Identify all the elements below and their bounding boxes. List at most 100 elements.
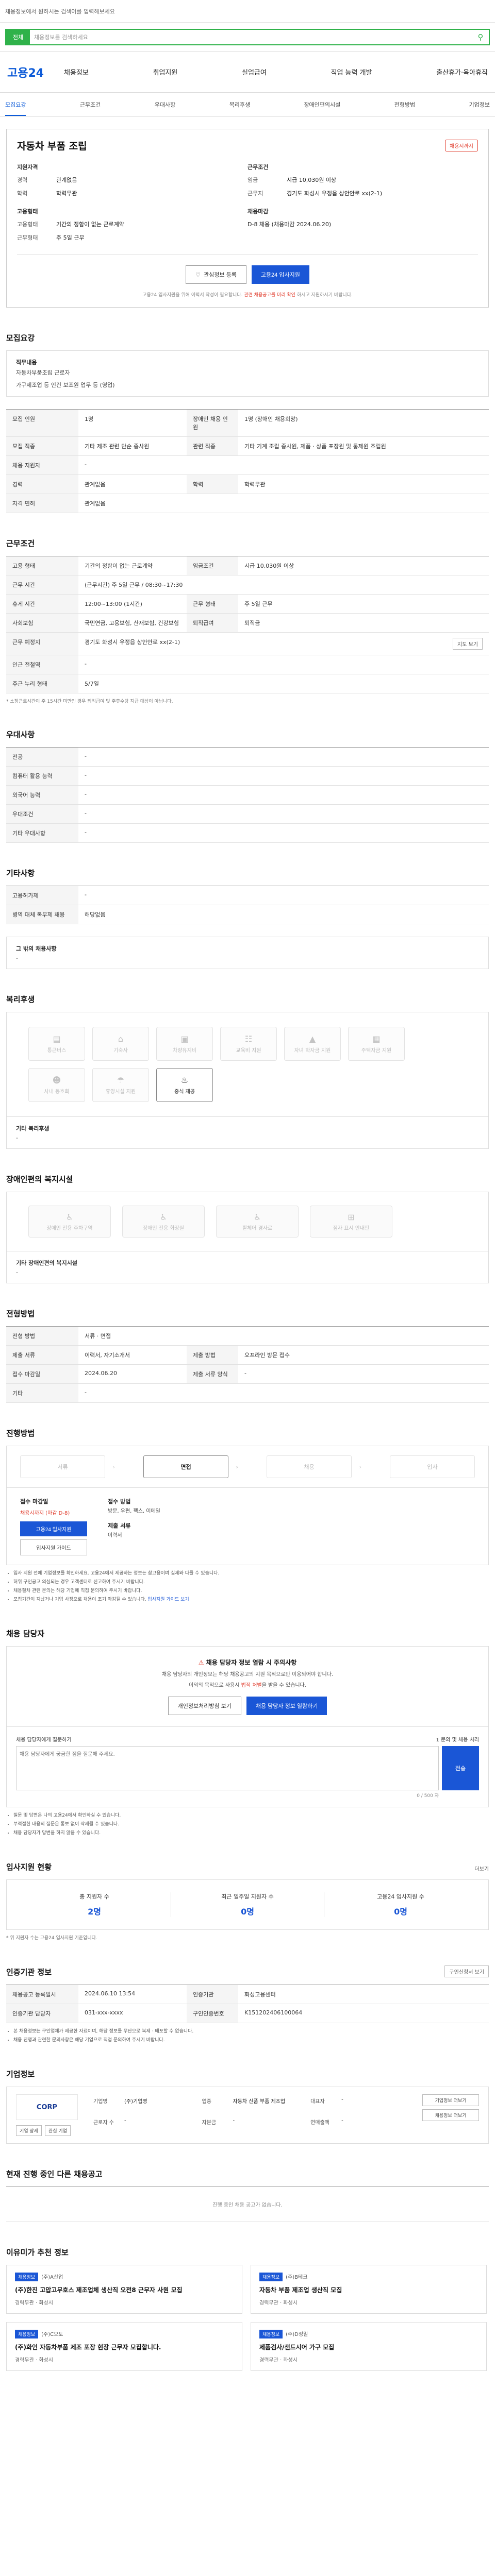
label: 임금 [248,177,258,183]
row-value: 해당없음 [78,905,489,924]
stats-more-link[interactable]: 더보기 [474,1865,489,1872]
list-item: 채용절차 관련 문의는 해당 기업에 직접 문의하여 주시기 바랍니다. [13,1588,489,1595]
application-form-button[interactable]: 구인신청서 보기 [444,1965,489,1978]
search-category[interactable]: 전체 [6,29,30,44]
apply-guide-button[interactable]: 입사지원 가이드 [20,1539,87,1555]
tab-welfare[interactable]: 복리후생 [229,100,250,109]
stat-value: 2명 [88,1907,101,1917]
reco-card[interactable]: 채용정보 (주)D정밀 제품검사/샌드시어 가구 모집 경력무관 · 화성시 [251,2322,487,2371]
table-row: 경력 관계없음 학력 학력무관 [6,474,489,494]
row-label: 고용 형태 [6,556,78,575]
company-jobs-button[interactable]: 채용정보 더보기 [422,2109,479,2122]
company-info: 기업명 (주)기업명 업종 자동차 신품 부품 제조업 대표자 - 근로자 수 - 자본… [93,2094,422,2136]
value: (주)기업명 [124,2099,147,2105]
welfare-label: 통근버스 [47,1048,67,1054]
reco-card[interactable]: 채용정보 (주)C오토 (주)화인 자동차부품 제조 포장 현장 근무자 모집합니다… [6,2322,242,2371]
disability-etc: 기타 장애인편의 복지시설 - [7,1251,488,1283]
preference-table: 전공 - 컴퓨터 활용 능력 - 외국어 능력 - 우대조건 - 기타 우대사항 - [6,747,489,843]
step-label: 입사 [427,1464,438,1470]
deadline-value: D-8 채용 (채용마감 2024.06.20) [248,221,332,228]
table-row: 우대조건 - [6,804,489,824]
gnb-item[interactable]: 채용정보 [64,67,89,77]
row-value: 국민연금, 고용보험, 산재보험, 건강보험 [78,613,187,633]
warning-icon: ⚠ [198,1659,204,1667]
tab-company[interactable]: 기업정보 [469,100,490,109]
row-label: 인근 전철역 [6,655,78,674]
apply-button[interactable]: 고용24 입사지원 [251,265,309,284]
process-section: 진행방법 서류 › 면접 › 채용 › 입사 접수 마감일 채용시까지 (마감 D-8… [0,1428,495,1603]
list-item: 허위 구인공고 의심되는 경우 고객센터로 신고하여 주시기 바랍니다. [13,1579,489,1586]
ramp-icon: ♿ [253,1212,261,1222]
stat-label: 최근 일주일 지원자 수 [221,1893,274,1901]
company-interest-button[interactable]: 관심 기업 [44,2125,71,2137]
gnb-item[interactable]: 취업지원 [153,67,178,77]
guide-link[interactable]: 입사지원 가이드 보기 [147,1597,189,1602]
arrow-right-icon: › [359,1463,361,1470]
map-button[interactable]: 지도 보기 [453,638,483,650]
interest-button[interactable]: ♡ 관심정보 등록 [186,265,246,284]
tab-recruit[interactable]: 모집요강 [5,100,26,116]
etc-other-label: 그 밖의 채용사항 [16,945,57,952]
etc-section: 기타사항 고용허가제 - 병역 대체 복무제 채용 해당없음 그 밖의 채용사항 - [0,868,495,969]
step-label: 채용 [304,1464,315,1470]
qual-heading: 지원자격 [17,164,38,171]
question-input[interactable] [16,1746,439,1791]
tab-conditions[interactable]: 근무조건 [80,100,101,109]
row-value: 경기도 화성시 우정읍 상안안로 xx(2-1) 지도 보기 [78,632,489,655]
tab-disability[interactable]: 장애인편의시설 [304,100,340,109]
umbrella-icon: ☂ [117,1075,125,1085]
alert-text2-head: 이외의 목적으로 사용시 [189,1683,240,1689]
search-icon[interactable]: ⚲ [472,30,489,44]
label: 근로자 수 [93,2120,114,2126]
welfare-etc: 기타 복리후생 - [7,1116,488,1148]
restroom-icon: ♿ [159,1212,168,1222]
apply-button-secondary[interactable]: 고용24 입사지원 [20,1521,87,1536]
tab-method[interactable]: 전형방법 [394,100,415,109]
search-box[interactable]: 전체 채용정보를 검색하세요 ⚲ [5,28,490,45]
section-title: 입사지원 현황 [6,1862,52,1872]
notice-link[interactable]: 관련 채용공고를 미리 확인 [244,293,295,298]
car-icon: ▣ [180,1034,189,1044]
recruit-section: 모집요강 직무내용 자동차부품조립 근로자 가구제조업 등 인건 보조원 업무 … [0,332,495,513]
gnb-item[interactable]: 직업 능력 개발 [331,67,372,77]
privacy-policy-button[interactable]: 개인정보처리방침 보기 [168,1697,241,1716]
reco-card[interactable]: 채용정보 (주)B테크 자동차 부품 제조업 생산직 모집 경력무관 · 화성시 [251,2265,487,2314]
table-row: 고용허가제 - [6,886,489,905]
welfare-item: ▤ 통근버스 [28,1027,85,1061]
company-detail-button[interactable]: 기업 상세 [16,2125,42,2137]
list-item: 채용 진행과 관련한 문의사항은 해당 기업으로 직접 문의하여 주시기 바랍니… [13,2037,489,2044]
section-title: 전형방법 [6,1309,35,1318]
row-value: 1명 (장애인 채용희망) [238,409,489,437]
site-logo[interactable]: 고용24 [7,64,64,80]
apply-deadline-value: 채용시까지 (마감 D-8) [20,1511,70,1516]
reco-meta: 경력무관 · 화성시 [15,2300,53,2307]
view-contact-button[interactable]: 채용 담당자 정보 열람하기 [246,1697,327,1716]
reco-badge: 채용정보 [259,2273,283,2282]
similar-section: 현재 진행 중인 다른 채용공고 진행 중인 채용 공고가 없습니다. [0,2168,495,2223]
list-item: 부적절한 내용의 질문은 통보 없이 삭제될 수 있습니다. [13,1821,489,1828]
alert-title: 채용 담당자 정보 열람 시 주의사항 [206,1659,297,1667]
process-steps: 서류 › 면접 › 채용 › 입사 [6,1446,489,1488]
welfare-grid: ▤ 통근버스 ⌂ 기숙사 ▣ 차량유지비 ☷ 교육비 지원 ▲ 자녀 학자금 지원 ▦ 주택… [7,1012,488,1116]
table-row: 병역 대체 복무제 채용 해당없음 [6,905,489,924]
row-value: - [78,785,489,805]
gnb-item[interactable]: 실업급여 [242,67,267,77]
process-step: 채용 › [267,1455,361,1478]
company-more-button[interactable]: 기업정보 더보기 [422,2094,479,2107]
row-value: - [78,823,489,843]
gnb-item[interactable]: 출산휴가·육아휴직 [436,67,488,77]
reco-card[interactable]: 채용정보 (주)A산업 (주)한진 고압고무호스 제조업체 생산직 오전8 근무자 … [6,2265,242,2314]
etc-other-box: 그 밖의 채용사항 - [6,937,489,969]
row-label: 임금조건 [187,556,238,575]
duty-detail: 가구제조업 등 인건 보조원 업무 등 (영업) [16,382,115,388]
search-input[interactable]: 채용정보를 검색하세요 [30,33,472,41]
section-tabs: 모집요강 근무조건 우대사항 복리후생 장애인편의시설 전형방법 기업정보 [0,93,495,116]
empty-message: 진행 중인 채용 공고가 없습니다. [6,2187,489,2223]
welfare-section: 복리후생 ▤ 통근버스 ⌂ 기숙사 ▣ 차량유지비 ☷ 교육비 지원 ▲ 자녀 학자금 지… [0,994,495,1149]
tab-preference[interactable]: 우대사항 [155,100,175,109]
row-value: - [78,766,489,786]
row-label: 근무 예정지 [6,632,78,655]
contact-bullets: 질문 및 답변은 나의 고용24에서 확인하실 수 있습니다. 부적절한 내용의… [6,1807,489,1837]
send-button[interactable]: 전송 [442,1746,479,1791]
row-label: 우대조건 [6,804,78,824]
